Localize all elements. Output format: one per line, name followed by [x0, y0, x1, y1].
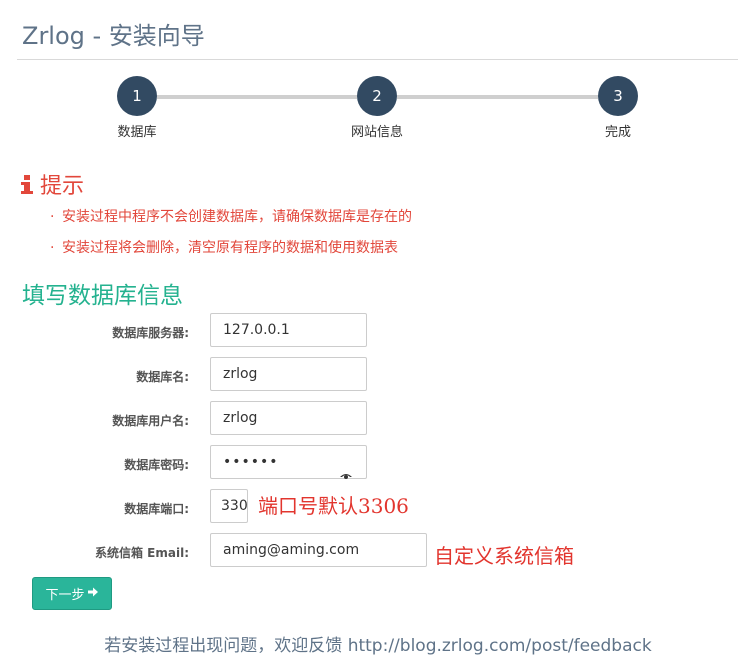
step-3-label: 完成	[604, 125, 631, 140]
step-connector-2-3	[397, 95, 598, 99]
tip-bullet: ·	[50, 209, 55, 225]
step-connector-1-2	[157, 95, 357, 99]
show-password-icon[interactable]	[340, 459, 352, 479]
tip-item: · 安装过程将会删除，清空原有程序的数据和使用数据表	[50, 237, 398, 257]
step-2-circle: 2	[357, 76, 397, 116]
title-divider	[17, 59, 738, 60]
step-3-circle: 3	[598, 76, 638, 116]
db-user-label: 数据库用户名:	[112, 414, 189, 428]
page-title: Zrlog - 安装向导	[22, 22, 205, 50]
form-title: 填写数据库信息	[22, 283, 183, 309]
step-1-label: 数据库	[117, 125, 157, 140]
password-dots: ••••••	[223, 454, 279, 470]
port-annotation: 端口号默认3306	[258, 494, 409, 518]
db-port-input[interactable]: 3306	[210, 489, 248, 523]
db-name-label: 数据库名:	[136, 370, 189, 384]
email-label: 系统信箱 Email:	[94, 546, 189, 560]
db-host-input[interactable]: 127.0.0.1	[210, 313, 367, 347]
tip-text: 安装过程将会删除，清空原有程序的数据和使用数据表	[62, 240, 398, 256]
tips-heading: 提示	[20, 168, 84, 200]
tip-bullet: ·	[50, 240, 55, 256]
email-annotation: 自定义系统信箱	[434, 544, 574, 568]
arrow-right-icon	[87, 586, 99, 602]
step-1-circle: 1	[117, 76, 157, 116]
db-password-input[interactable]: ••••••	[210, 445, 367, 479]
next-step-label: 下一步	[45, 588, 85, 603]
email-input[interactable]: aming@aming.com	[210, 533, 427, 567]
db-host-label: 数据库服务器:	[112, 326, 189, 340]
db-password-label: 数据库密码:	[124, 458, 189, 472]
step-2-label: 网站信息	[350, 125, 403, 140]
tips-heading-text: 提示	[40, 174, 85, 199]
next-step-button[interactable]: 下一步	[32, 577, 112, 610]
tip-item: · 安装过程中程序不会创建数据库，请确保数据库是存在的	[50, 206, 412, 226]
db-name-input[interactable]: zrlog	[210, 357, 367, 391]
tip-text: 安装过程中程序不会创建数据库，请确保数据库是存在的	[62, 209, 412, 225]
footer-feedback: 若安装过程出现问题，欢迎反馈 http://blog.zrlog.com/pos…	[104, 636, 652, 656]
db-port-label: 数据库端口:	[124, 502, 189, 516]
info-icon	[20, 173, 34, 195]
db-user-input[interactable]: zrlog	[210, 401, 367, 435]
